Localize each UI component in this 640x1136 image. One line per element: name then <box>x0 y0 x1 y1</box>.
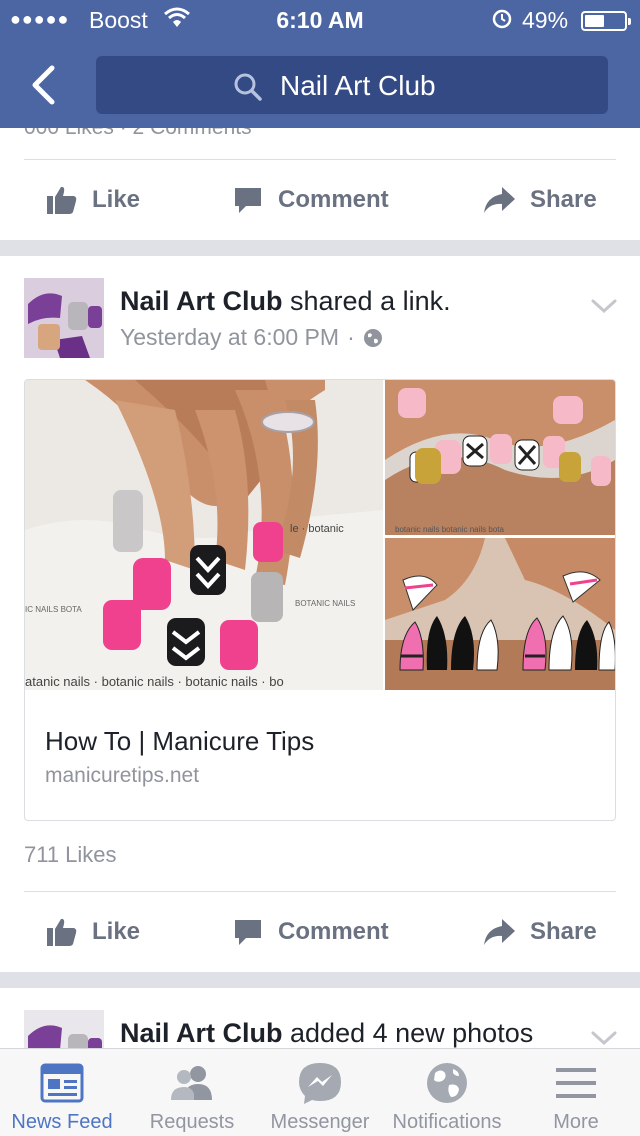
battery-fill <box>585 15 604 27</box>
svg-text:atanic nails · botanic nails ·: atanic nails · botanic nails · botanic n… <box>25 674 284 689</box>
tab-notifications[interactable]: Notifications <box>384 1049 510 1136</box>
status-bar: ●●●●● Boost 6:10 AM 49% <box>0 0 640 40</box>
battery-percentage: 49% <box>522 7 569 33</box>
svg-text:le · botanic: le · botanic <box>290 523 344 535</box>
tab-label: Notifications <box>392 1111 502 1133</box>
news-feed-icon <box>40 1061 84 1105</box>
post-title: Nail Art Club added 4 new photos <box>120 1018 533 1048</box>
link-title[interactable]: How To | Manicure Tips <box>45 726 314 757</box>
share-icon <box>484 187 515 213</box>
share-button[interactable]: Share <box>482 892 597 972</box>
post-options-chevron-icon[interactable] <box>590 296 618 316</box>
post-separator <box>0 240 640 256</box>
meta-separator: · <box>347 324 355 350</box>
share-button[interactable]: Share <box>482 160 597 240</box>
top-header: ●●●●● Boost 6:10 AM 49% Nail Art Club <box>0 0 640 128</box>
post-title: Nail Art Club shared a link. <box>120 286 451 317</box>
tab-news-feed[interactable]: News Feed <box>0 1049 124 1136</box>
post-options-chevron-icon[interactable] <box>590 1028 618 1048</box>
avatar-image <box>24 278 104 358</box>
search-bar[interactable]: Nail Art Club <box>96 56 608 114</box>
likes-count[interactable]: 711 Likes <box>24 842 117 868</box>
like-button[interactable]: Like <box>46 160 140 240</box>
tab-label: Messenger <box>270 1111 370 1133</box>
previous-post-actions: Like Comment Share <box>0 160 640 240</box>
alarm-icon <box>491 7 513 35</box>
like-label: Like <box>92 918 141 945</box>
post-action-text: added 4 new photos <box>282 1018 534 1048</box>
link-preview-image: IC NAILS BOTA BOTANIC NAILS le · botanic… <box>25 380 615 690</box>
back-chevron-icon <box>32 65 55 105</box>
tab-label: News Feed <box>11 1111 113 1133</box>
back-button[interactable] <box>22 62 68 108</box>
nail-art-photo: IC NAILS BOTA BOTANIC NAILS le · botanic… <box>25 380 615 690</box>
battery-nub <box>628 18 631 25</box>
share-label: Share <box>530 186 597 213</box>
post-actions: Like Comment Share <box>0 892 640 972</box>
tab-messenger[interactable]: Messenger <box>258 1049 382 1136</box>
post-action-text: shared a link. <box>282 286 451 316</box>
comment-label: Comment <box>278 918 389 945</box>
share-label: Share <box>530 918 597 945</box>
facebook-app-screen: ●●●●● Boost 6:10 AM 49% Nail Art Club 00… <box>0 0 640 1136</box>
like-icon <box>47 918 77 946</box>
tab-more[interactable]: More <box>514 1049 638 1136</box>
comment-button[interactable]: Comment <box>232 892 389 972</box>
comment-label: Comment <box>278 186 389 213</box>
comment-button[interactable]: Comment <box>232 160 389 240</box>
post-author[interactable]: Nail Art Club <box>120 1018 283 1048</box>
battery-icon <box>581 11 631 31</box>
link-domain: manicuretips.net <box>45 764 200 787</box>
bottom-tab-bar: News Feed Requests Messenger Notificatio… <box>0 1048 640 1136</box>
search-icon <box>234 73 262 101</box>
page-avatar[interactable] <box>24 278 104 358</box>
next-post-header: Nail Art Club added 4 new photos <box>0 1010 640 1048</box>
post-meta: Yesterday at 6:00 PM · <box>120 324 383 351</box>
svg-text:IC NAILS BOTA: IC NAILS BOTA <box>25 605 82 614</box>
svg-text:botanic nails botanic nails: botanic nails botanic nails bota <box>395 525 505 534</box>
svg-text:BOTANIC NAILS: BOTANIC NAILS <box>295 599 355 608</box>
search-query: Nail Art Club <box>280 70 436 101</box>
post-header: Nail Art Club shared a link. Yesterday a… <box>0 278 640 378</box>
like-icon <box>47 186 77 214</box>
public-globe-icon <box>363 328 382 347</box>
tab-label: More <box>553 1111 599 1133</box>
previous-post-stats: 000 Likes · 2 Comments <box>24 128 252 140</box>
news-feed[interactable]: 000 Likes · 2 Comments Like Comment Shar… <box>0 128 640 1048</box>
post-author[interactable]: Nail Art Club <box>120 286 283 316</box>
page-avatar[interactable] <box>24 1010 104 1048</box>
globe-icon <box>425 1061 469 1105</box>
post-separator <box>0 972 640 988</box>
post-timestamp[interactable]: Yesterday at 6:00 PM <box>120 324 339 351</box>
requests-icon <box>168 1061 216 1105</box>
menu-icon <box>555 1061 597 1105</box>
tab-requests[interactable]: Requests <box>130 1049 254 1136</box>
comment-icon <box>235 188 261 213</box>
link-preview-card[interactable]: IC NAILS BOTA BOTANIC NAILS le · botanic… <box>24 379 616 821</box>
avatar-image <box>24 1010 104 1048</box>
share-icon <box>484 919 515 945</box>
tab-label: Requests <box>149 1111 235 1133</box>
messenger-icon <box>297 1061 343 1105</box>
comment-icon <box>235 920 261 945</box>
like-button[interactable]: Like <box>46 892 140 972</box>
like-label: Like <box>92 186 141 213</box>
